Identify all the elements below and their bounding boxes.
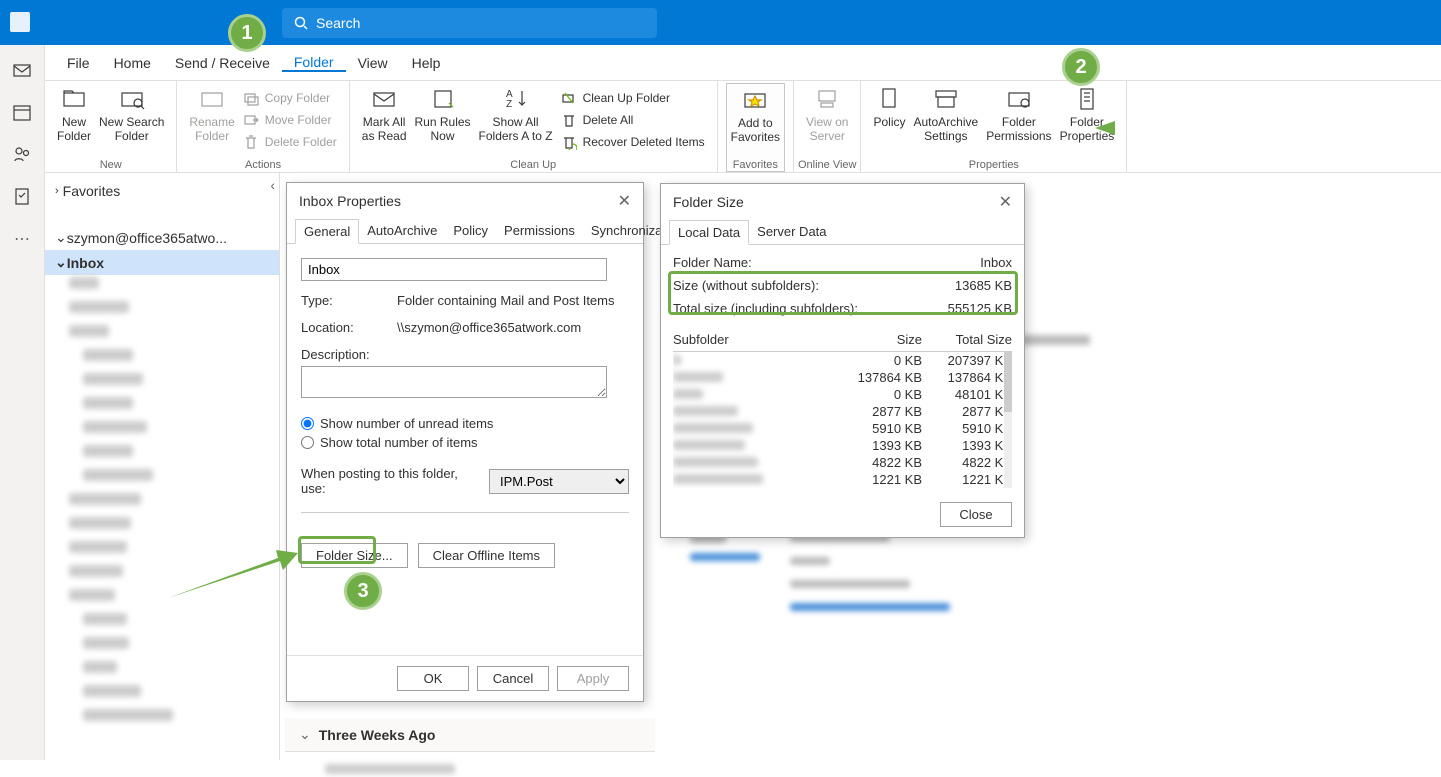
menu-sendreceive[interactable]: Send / Receive: [163, 55, 282, 71]
posting-select[interactable]: IPM.Post: [489, 469, 629, 494]
close-button[interactable]: Close: [940, 502, 1012, 527]
show-total-label: Show total number of items: [320, 435, 478, 450]
clean-up-folder-button[interactable]: Clean Up Folder: [557, 87, 709, 109]
menu-bar: File Home Send / Receive Folder View Hel…: [0, 45, 1441, 81]
tab-policy[interactable]: Policy: [445, 219, 496, 243]
close-icon[interactable]: ✕: [618, 191, 631, 211]
apply-button: Apply: [557, 666, 629, 691]
group-favorites-label: Favorites: [718, 159, 793, 171]
message-group-header[interactable]: ⌄Three Weeks Ago: [285, 718, 655, 752]
folder-tree: [45, 277, 279, 731]
show-total-radio[interactable]: [301, 436, 314, 449]
callout-badge-2: 2: [1062, 48, 1100, 86]
location-label: Location:: [301, 320, 397, 335]
chevron-down-icon: ⌄: [55, 229, 67, 246]
folder-name-input[interactable]: [301, 258, 607, 281]
group-actions-label: Actions: [177, 159, 348, 171]
col-totalsize: Total Size: [922, 332, 1012, 347]
account-header[interactable]: ⌄szymon@office365atwo...: [45, 225, 279, 250]
menu-folder[interactable]: Folder: [282, 54, 346, 72]
callout-badge-1: 1: [228, 14, 266, 52]
foldername-label: Folder Name:: [673, 255, 752, 270]
dialog-title: Inbox Properties: [299, 193, 401, 209]
show-unread-radio[interactable]: [301, 417, 314, 430]
tab-general[interactable]: General: [295, 219, 359, 244]
ribbon: New Folder New Search Folder New Rename …: [45, 81, 1441, 173]
menu-file[interactable]: File: [55, 55, 102, 71]
location-value: \\szymon@office365atwork.com: [397, 320, 581, 335]
more-apps-icon[interactable]: ⋯: [13, 229, 31, 247]
cancel-button[interactable]: Cancel: [477, 666, 549, 691]
calendar-icon[interactable]: [13, 103, 31, 121]
move-folder-button: Move Folder: [239, 109, 341, 131]
inbox-properties-dialog: Inbox Properties ✕ General AutoArchive Po…: [286, 182, 644, 702]
group-properties-label: Properties: [861, 159, 1126, 171]
clear-offline-button[interactable]: Clear Offline Items: [418, 543, 555, 568]
show-unread-label: Show number of unread items: [320, 416, 493, 431]
navigation-pane: ‹ ›Favorites ⌄szymon@office365atwo... ⌄I…: [45, 173, 280, 760]
type-label: Type:: [301, 293, 397, 308]
col-subfolder: Subfolder: [673, 332, 832, 347]
subfolder-table[interactable]: 0 KB207397 KB 137864 KB137864 KB 0 KB481…: [673, 352, 1012, 488]
group-new-label: New: [45, 159, 176, 171]
folder-size-button[interactable]: Folder Size...: [301, 543, 408, 568]
search-box[interactable]: Search: [282, 8, 657, 38]
inbox-folder[interactable]: ⌄Inbox: [45, 250, 279, 275]
tab-local-data[interactable]: Local Data: [669, 220, 749, 245]
close-icon[interactable]: ✕: [999, 192, 1012, 212]
size-label: Size (without subfolders):: [673, 278, 819, 293]
posting-label: When posting to this folder, use:: [301, 466, 481, 496]
size-value: 13685 KB: [955, 278, 1012, 293]
recover-deleted-button[interactable]: Recover Deleted Items: [557, 131, 709, 153]
favorites-header[interactable]: ›Favorites: [45, 177, 279, 205]
title-bar: Search: [0, 0, 1441, 45]
total-value: 555125 KB: [948, 301, 1012, 316]
menu-view[interactable]: View: [346, 55, 400, 71]
tasks-icon[interactable]: [13, 187, 31, 205]
copy-folder-button: Copy Folder: [239, 87, 341, 109]
ok-button[interactable]: OK: [397, 666, 469, 691]
properties-tabs: General AutoArchive Policy Permissions S…: [287, 219, 643, 244]
left-rail: ⋯: [0, 45, 45, 760]
menu-help[interactable]: Help: [400, 55, 453, 71]
group-online-label: Online View: [794, 159, 860, 171]
mail-icon[interactable]: [13, 61, 31, 79]
svg-text:Z: Z: [506, 99, 512, 110]
group-cleanup-label: Clean Up: [350, 159, 717, 171]
description-label: Description:: [301, 347, 397, 362]
tab-server-data[interactable]: Server Data: [749, 220, 834, 244]
col-size: Size: [832, 332, 922, 347]
foldername-value: Inbox: [980, 255, 1012, 270]
folder-size-dialog: Folder Size ✕ Local Data Server Data Fold…: [660, 183, 1025, 538]
message-list: ⌄Three Weeks Ago: [285, 718, 655, 777]
delete-all-button[interactable]: Delete All: [557, 109, 709, 131]
search-icon: [294, 16, 308, 30]
tab-autoarchive[interactable]: AutoArchive: [359, 219, 445, 243]
description-input[interactable]: [301, 366, 607, 398]
outlook-icon: [10, 12, 30, 32]
arrow-icon: [1095, 118, 1215, 138]
chevron-down-icon: ⌄: [299, 726, 311, 743]
type-value: Folder containing Mail and Post Items: [397, 293, 615, 308]
total-label: Total size (including subfolders):: [673, 301, 858, 316]
arrow-icon: [168, 548, 298, 598]
chevron-down-icon: ⌄: [55, 254, 67, 271]
nav-collapse-button[interactable]: ‹: [270, 177, 275, 193]
scrollbar[interactable]: [1004, 352, 1012, 488]
tab-permissions[interactable]: Permissions: [496, 219, 583, 243]
search-placeholder: Search: [316, 15, 360, 31]
delete-folder-button: Delete Folder: [239, 131, 341, 153]
dialog-title: Folder Size: [673, 194, 744, 210]
chevron-right-icon: ›: [55, 185, 59, 197]
callout-badge-3: 3: [344, 572, 382, 610]
people-icon[interactable]: [13, 145, 31, 163]
menu-home[interactable]: Home: [102, 55, 163, 71]
